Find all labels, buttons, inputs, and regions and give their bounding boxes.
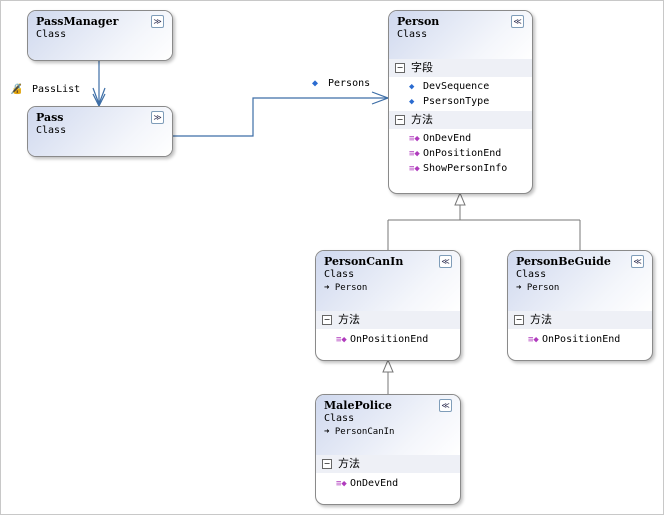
collapse-section-icon[interactable]: − [322, 459, 332, 469]
expand-icon[interactable]: ≫ [151, 15, 164, 28]
collapse-section-icon[interactable]: − [395, 63, 405, 73]
methods-section-header[interactable]: − 方法 [316, 311, 460, 329]
method-item[interactable]: ≡◆ OnPositionEnd [389, 146, 532, 161]
class-personbeguide[interactable]: PersonBeGuide Class ➜ Person ≪ − 方法 ≡◆ OnP… [507, 250, 653, 361]
method-item[interactable]: ≡◆ ShowPersonInfo [389, 161, 532, 176]
inheritance-triangle-personcanin [382, 358, 394, 373]
persons-label: Persons [328, 78, 371, 89]
class-pass[interactable]: Pass Class ≫ [27, 106, 173, 157]
class-name: PersonBeGuide [516, 255, 611, 268]
method-icon: ≡◆ [336, 335, 347, 345]
class-kind: Class [36, 29, 67, 40]
method-icon: ≡◆ [409, 164, 420, 174]
method-icon: ≡◆ [336, 479, 347, 489]
class-name: Person [397, 15, 440, 28]
field-icon: ◆ [409, 82, 415, 92]
class-passmanager[interactable]: PassManager Class ≫ [27, 10, 173, 61]
inherits-arrow-icon: ➜ [324, 427, 335, 437]
class-kind: Class [36, 125, 67, 136]
method-item[interactable]: ≡◆ OnDevEnd [316, 476, 460, 491]
persons-association [172, 97, 388, 137]
field-item[interactable]: ◆ DevSequence [389, 79, 532, 94]
collapse-icon[interactable]: ≪ [439, 255, 452, 268]
method-icon: ≡◆ [528, 335, 539, 345]
class-malepolice[interactable]: MalePolice Class ➜ PersonCanIn ≪ − 方法 ≡◆ O… [315, 394, 461, 505]
inherits-arrow-icon: ➜ [324, 283, 335, 293]
collapse-icon[interactable]: ≪ [631, 255, 644, 268]
class-kind: Class [397, 29, 428, 40]
field-icon: ◆ [409, 97, 415, 107]
base-class: PersonCanIn [334, 427, 395, 437]
class-name: Pass [36, 111, 64, 124]
class-kind: Class [516, 269, 547, 280]
base-class: Person [526, 283, 560, 293]
collapse-section-icon[interactable]: − [395, 115, 405, 125]
collapse-icon[interactable]: ≪ [439, 399, 452, 412]
methods-section-header[interactable]: − 方法 [508, 311, 652, 329]
method-item[interactable]: ≡◆ OnPositionEnd [508, 332, 652, 347]
methods-section-header[interactable]: − 方法 [316, 455, 460, 473]
field-item[interactable]: ◆ PsersonType [389, 94, 532, 109]
collapse-icon[interactable]: ≪ [511, 15, 524, 28]
method-item[interactable]: ≡◆ OnDevEnd [389, 131, 532, 146]
methods-section-header[interactable]: − 方法 [389, 111, 532, 129]
collapse-section-icon[interactable]: − [322, 315, 332, 325]
field-icon: ◆ [312, 78, 319, 89]
base-class: Person [334, 283, 368, 293]
method-icon: ≡◆ [409, 149, 420, 159]
expand-icon[interactable]: ≫ [151, 111, 164, 124]
passlist-label: PassList [32, 84, 81, 95]
class-kind: Class [324, 269, 355, 280]
class-name: MalePolice [324, 399, 392, 412]
class-personcanin[interactable]: PersonCanIn Class ➜ Person ≪ − 方法 ≡◆ OnPos… [315, 250, 461, 361]
method-item[interactable]: ≡◆ OnPositionEnd [316, 332, 460, 347]
inherits-arrow-icon: ➜ [516, 283, 527, 293]
property-icon: 🔏 [10, 84, 23, 95]
inheritance-line-person [387, 205, 581, 250]
method-icon: ≡◆ [409, 134, 420, 144]
collapse-section-icon[interactable]: − [514, 315, 524, 325]
fields-section-header[interactable]: − 字段 [389, 59, 532, 77]
class-name: PassManager [36, 15, 119, 28]
inheritance-triangle-person [454, 191, 466, 206]
class-person[interactable]: Person Class ≪ − 字段 ◆ DevSequence ◆ Pserson… [388, 10, 533, 194]
class-kind: Class [324, 413, 355, 424]
class-name: PersonCanIn [324, 255, 404, 268]
